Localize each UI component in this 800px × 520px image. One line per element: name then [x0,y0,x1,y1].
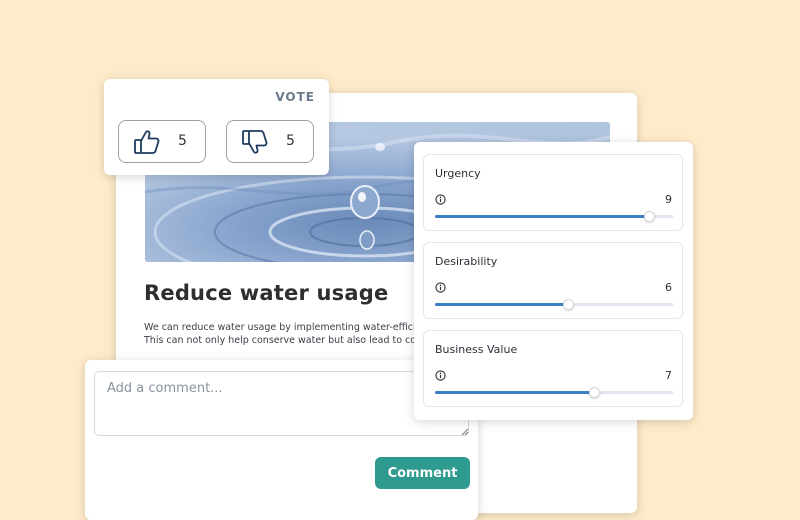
ratings-card: Urgency 9 Desirability 6 Business Value [414,142,693,420]
slider-fill [435,391,595,394]
rating-value: 6 [665,281,672,294]
resize-grip-icon[interactable] [461,428,469,436]
rating-desirability: Desirability 6 [423,242,683,319]
idea-title: Reduce water usage [144,281,389,305]
comment-button[interactable]: Comment [375,457,470,489]
vote-heading: VOTE [275,90,315,104]
rating-value: 9 [665,193,672,206]
rating-label: Business Value [435,343,518,356]
rating-urgency: Urgency 9 [423,154,683,231]
thumbs-up-icon [134,130,160,154]
rating-slider[interactable] [435,299,673,310]
vote-card: VOTE 5 5 [104,79,329,175]
slider-fill [435,215,650,218]
downvote-button[interactable]: 5 [226,120,314,163]
thumbs-down-icon [242,130,268,154]
info-icon[interactable] [435,282,446,293]
downvote-count: 5 [286,133,295,149]
slider-thumb[interactable] [589,387,601,398]
rating-label: Desirability [435,255,498,268]
info-icon[interactable] [435,194,446,205]
slider-fill [435,303,569,306]
rating-business-value: Business Value 7 [423,330,683,407]
slider-thumb[interactable] [644,211,656,222]
rating-label: Urgency [435,167,481,180]
rating-slider[interactable] [435,387,673,398]
comment-input[interactable] [94,371,469,436]
rating-slider[interactable] [435,211,673,222]
rating-value: 7 [665,369,672,382]
info-icon[interactable] [435,370,446,381]
upvote-button[interactable]: 5 [118,120,206,163]
upvote-count: 5 [178,133,187,149]
slider-thumb[interactable] [563,299,575,310]
